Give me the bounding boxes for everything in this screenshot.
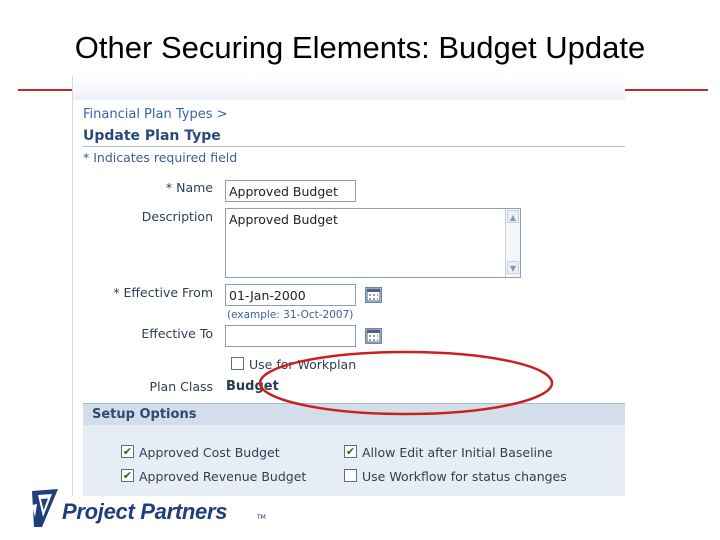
page-top-bar	[73, 76, 625, 100]
allow-edit-after-initial-baseline-checkbox[interactable]: ✔	[344, 445, 357, 458]
application-screenshot: Financial Plan Types > Update Plan Type …	[72, 76, 625, 496]
project-partners-logo: Project Partners TM	[28, 487, 268, 531]
calendar-icon	[366, 329, 381, 343]
allow-edit-after-initial-baseline-label: Allow Edit after Initial Baseline	[362, 445, 553, 460]
approved-cost-budget-checkbox[interactable]: ✔	[121, 445, 134, 458]
scroll-down-icon[interactable]: ▼	[507, 261, 519, 274]
effective-to-calendar-button[interactable]	[365, 328, 382, 344]
logo-text: Project Partners	[62, 499, 228, 524]
effective-to-input[interactable]	[225, 325, 356, 347]
calendar-icon	[366, 288, 381, 302]
effective-to-label: Effective To	[141, 326, 213, 341]
setup-options-panel: Setup Options ✔ Approved Cost Budget ✔ A…	[83, 403, 625, 496]
effective-from-label: * Effective From	[113, 285, 213, 300]
description-label: Description	[141, 209, 213, 224]
approved-revenue-budget-label: Approved Revenue Budget	[139, 469, 307, 484]
slide-title: Other Securing Elements: Budget Update	[74, 30, 646, 65]
setup-options-header: Setup Options	[83, 403, 625, 425]
description-textarea[interactable]: Approved Budget	[225, 208, 521, 278]
use-workflow-for-status-changes-checkbox[interactable]	[344, 469, 357, 482]
effective-from-calendar-button[interactable]	[365, 287, 382, 303]
use-for-workplan-checkbox[interactable]	[231, 357, 244, 370]
approved-cost-budget-label: Approved Cost Budget	[139, 445, 280, 460]
use-for-workplan-label: Use for Workplan	[249, 357, 357, 372]
logo-trademark: TM	[257, 514, 266, 521]
effective-from-input[interactable]	[225, 284, 356, 306]
breadcrumb-financial-plan-types[interactable]: Financial Plan Types >	[83, 107, 228, 122]
logo-mark-icon	[32, 489, 58, 527]
scroll-up-icon[interactable]: ▲	[507, 210, 519, 223]
use-workflow-for-status-changes-label: Use Workflow for status changes	[362, 469, 567, 484]
page-heading: Update Plan Type	[83, 128, 221, 144]
plan-class-value: Budget	[226, 379, 279, 394]
effective-from-example-hint: (example: 31-Oct-2007)	[227, 309, 354, 321]
name-label: * Name	[165, 180, 213, 195]
plan-class-label: Plan Class	[149, 379, 213, 394]
heading-divider	[83, 146, 625, 147]
approved-revenue-budget-checkbox[interactable]: ✔	[121, 469, 134, 482]
required-field-note: * Indicates required field	[83, 150, 238, 165]
description-scrollbar[interactable]: ▲ ▼	[505, 209, 520, 277]
name-input[interactable]	[225, 180, 356, 202]
